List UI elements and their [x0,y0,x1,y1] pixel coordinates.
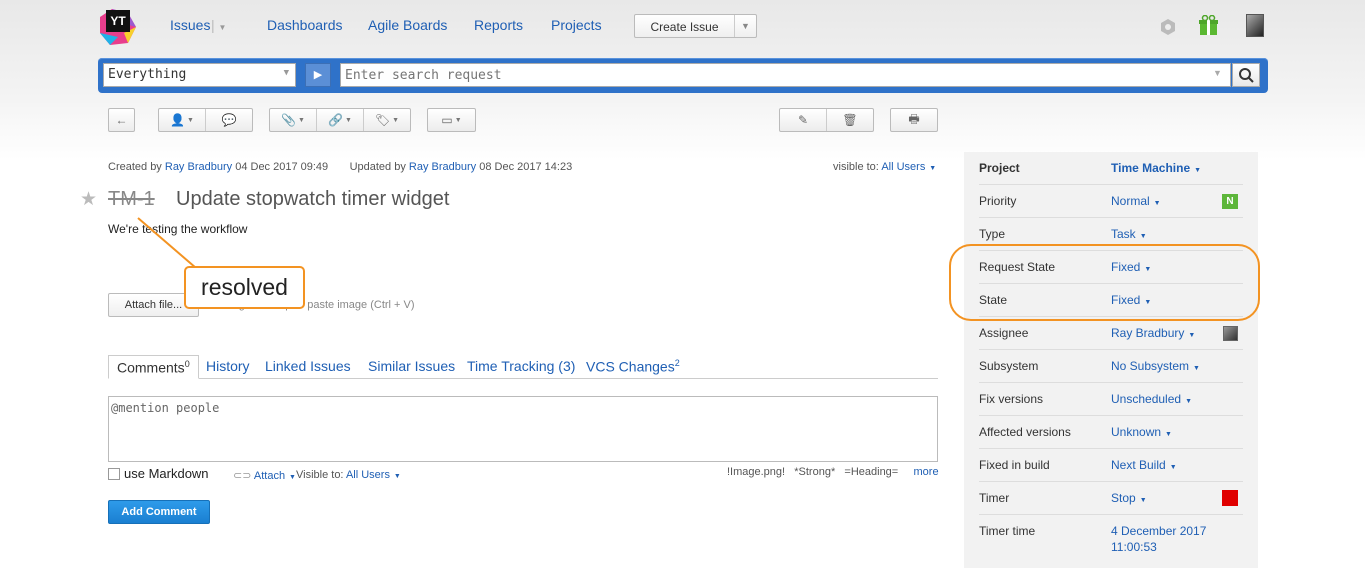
search-input[interactable] [340,63,1231,87]
trash-icon: 🗑 [842,113,858,127]
tab-similar-issues[interactable]: Similar Issues [368,355,455,379]
field-affected-versions[interactable]: Affected versions Unknown ▼ [979,416,1243,449]
chevron-down-icon[interactable]: ▼ [734,15,756,37]
create-issue-button[interactable]: Create Issue ▼ [634,14,757,38]
markdown-checkbox[interactable] [108,467,120,480]
search-icon [1239,68,1254,83]
callout-resolved: resolved [184,266,305,309]
user-avatar[interactable] [1246,14,1264,37]
issue-fields-panel: Project Time Machine ▼ Priority Normal ▼ N… [964,152,1258,568]
issue-meta: Created by Ray Bradbury 04 Dec 2017 09:4… [108,161,572,173]
paperclip-icon: ⊂⊃ [233,470,252,482]
created-by-label: Created by [108,161,162,173]
create-issue-label: Create Issue [650,20,719,34]
assign-button[interactable]: 👤 ▼ [159,109,206,131]
back-button[interactable]: ← [109,109,134,131]
search-context-go-button[interactable]: ▶ [305,63,331,87]
back-button-group: ← [108,108,135,132]
visible-to-select[interactable]: All Users [881,161,925,173]
nav-agile-boards[interactable]: Agile Boards [368,17,447,33]
priority-badge: N [1222,194,1238,209]
markdown-hints: !Image.png! *Strong* =Heading= more [727,466,939,478]
issue-id: TM-1 [108,188,155,210]
gift-icon[interactable] [1198,14,1219,39]
field-fix-versions[interactable]: Fix versions Unscheduled ▼ [979,383,1243,416]
assign-comment-group: 👤 ▼ 💬 [158,108,253,132]
logo-text: YT [106,10,130,32]
updated-at: 08 Dec 2017 14:23 [479,161,573,173]
tab-linked-issues[interactable]: Linked Issues [265,355,351,379]
settings-icon[interactable] [1159,18,1177,39]
search-context-value: Everything [108,67,187,82]
print-group: 🖶 [890,108,938,132]
updated-by-link[interactable]: Ray Bradbury [409,161,476,173]
add-comment-button[interactable]: Add Comment [108,500,210,524]
nav-dashboards[interactable]: Dashboards [267,17,343,33]
field-fixed-in-build[interactable]: Fixed in build Next Build ▼ [979,449,1243,482]
issue-title[interactable]: Update stopwatch timer widget [176,188,449,211]
delete-button[interactable]: 🗑 [827,109,873,131]
comment-visibility-select[interactable]: All Users [346,469,390,481]
state-fields-highlight [949,244,1260,321]
nav-projects[interactable]: Projects [551,17,602,33]
comment-input[interactable]: @mention people [108,396,938,462]
field-priority[interactable]: Priority Normal ▼ N [979,185,1243,218]
chevron-down-icon: ▼ [283,68,289,78]
tab-history[interactable]: History [206,355,250,379]
printer-icon: 🖶 [908,111,920,126]
command-window-button[interactable]: ▭ ▼ [428,109,475,131]
print-button[interactable]: 🖶 [891,109,937,131]
link-button[interactable]: 🔗 ▼ [317,109,364,131]
field-assignee[interactable]: Assignee Ray Bradbury ▼ [979,317,1243,350]
nav-issues-dropdown[interactable]: | ▼ [211,17,226,33]
tab-time-tracking[interactable]: Time Tracking (3) [467,355,575,379]
markdown-more-link[interactable]: more [914,466,939,478]
field-subsystem[interactable]: Subsystem No Subsystem ▼ [979,350,1243,383]
user-icon: 👤 [170,113,185,127]
search-bar: Everything ▼ ▶ ▼ [98,58,1268,93]
arrow-left-icon: ← [115,113,128,127]
created-by-link[interactable]: Ray Bradbury [165,161,232,173]
markdown-label: use Markdown [124,466,209,481]
comment-visibility: Visible to: All Users ▼ [296,469,401,481]
star-icon[interactable]: ★ [80,188,97,211]
tag-button[interactable]: 🏷 ▼ [364,109,410,131]
comment-attach-link[interactable]: ⊂⊃ Attach ▼ [233,469,296,482]
timer-status-indicator [1222,490,1238,506]
tag-icon: 🏷 [374,113,391,127]
tab-comments[interactable]: Comments0 [108,355,199,379]
issue-tabs: Comments0 History Linked Issues Similar … [108,355,938,379]
updated-by-label: Updated by [349,161,406,173]
youtrack-logo[interactable]: YT [98,7,138,47]
field-timer[interactable]: Timer Stop ▼ [979,482,1243,515]
speech-bubble-icon: 💬 [221,113,237,127]
edit-delete-group: ✎ 🗑 [779,108,874,132]
window-icon: ▭ [441,113,453,127]
field-timer-time[interactable]: Timer time 4 December 2017 11:00:53 [979,515,1243,561]
edit-button[interactable]: ✎ [780,109,827,131]
paperclip-icon: 📎 [281,113,296,127]
pencil-icon: ✎ [797,113,809,127]
chevron-down-icon[interactable]: ▼ [1213,68,1222,78]
tab-vcs-changes[interactable]: VCS Changes2 [586,355,680,379]
nav-reports[interactable]: Reports [474,17,523,33]
markdown-toggle[interactable]: use Markdown [108,466,209,481]
command-group: ▭ ▼ [427,108,476,132]
issue-description[interactable]: We're testing the workflow [108,222,247,236]
attach-button[interactable]: 📎 ▼ [270,109,317,131]
comment-button[interactable]: 💬 [206,109,252,131]
search-context-select[interactable]: Everything ▼ [103,63,296,87]
search-button[interactable] [1232,63,1260,87]
visible-to-label: visible to: [833,161,879,173]
attach-link-tag-group: 📎 ▼ 🔗 ▼ 🏷 ▼ [269,108,411,132]
nav-issues[interactable]: Issues [170,17,210,33]
created-at: 04 Dec 2017 09:49 [235,161,329,173]
issue-visibility: visible to: All Users ▼ [833,161,937,173]
field-project[interactable]: Project Time Machine ▼ [979,152,1243,185]
assignee-avatar [1223,326,1238,341]
link-icon: 🔗 [328,113,343,127]
